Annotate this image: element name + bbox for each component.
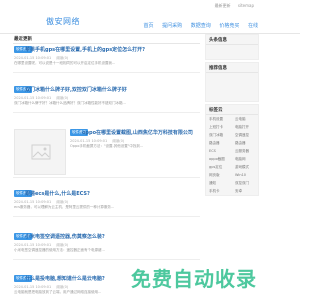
- article-views: 阅读(0): [56, 243, 69, 247]
- article-views: 阅读(0): [56, 285, 69, 289]
- sidebar-tag-cloud: 标签云 手机设置 云电脑 上班打卡 电脑打开 双门冰箱 空调遥控 路由器 路由器 ECS…: [205, 104, 259, 196]
- main-content: 最近更新 软件资讯 苹果手机gps在哪里设置,手机上的gps定位怎么打开? 20…: [13, 34, 200, 294]
- nav-item-price[interactable]: 价格竞买: [219, 23, 239, 29]
- section-title: 最近更新: [13, 34, 200, 44]
- nav-item-data[interactable]: 数据查询: [191, 23, 211, 29]
- tag-link[interactable]: oppo截图: [209, 157, 225, 162]
- tag-cloud-list: 手机设置 云电脑 上班打卡 电脑打开 双门冰箱 空调遥控 路由器 路由器 ECS 云服务器…: [209, 117, 259, 197]
- article-views: 阅读(0): [112, 139, 125, 143]
- tag-link[interactable]: 通知: [209, 181, 216, 186]
- tag-cloud-title: 标签云: [206, 105, 258, 115]
- article-item: 软件资讯 双门冰箱什么牌子好,双控双门冰箱什么牌子好 2024-01-15 10…: [13, 86, 200, 113]
- sidebar-recommended: 推荐信息: [205, 62, 259, 102]
- article-title[interactable]: oppo在哪里设置截图,山西焦亿华万科技有限公司: [82, 129, 193, 136]
- site-header: 傲安网络 首页 提问采购 数据查询 价格竞买 在线: [0, 12, 300, 34]
- article-date: 2024-01-15 10:09:01: [14, 96, 52, 100]
- tag-link[interactable]: 云电脑: [235, 117, 246, 122]
- tag-link[interactable]: 网页版: [209, 173, 220, 178]
- article-date: 2024-01-15 10:09:01: [14, 243, 52, 247]
- article-title[interactable]: 小米电签空调遥控器,伤莫察怎么装?: [25, 233, 105, 240]
- article-excerpt: ecs服务器，可以理解为云主机，是阿里云提供的一种计算服务...: [14, 205, 115, 209]
- article-views: 阅读(0): [56, 200, 69, 204]
- article-date: 2024-01-15 10:09:01: [14, 285, 52, 289]
- article-item: 软件资讯 跟递ecs是什么,什么是ECS? 2024-01-15 10:09:0…: [13, 190, 200, 217]
- article-item: 软件资讯 苹果手机gps在哪里设置,手机上的gps定位怎么打开? 2024-01…: [13, 46, 200, 73]
- article-title[interactable]: 什么是投电脑,想知道什么是云电脑?: [25, 275, 105, 282]
- top-link-sitemap[interactable]: sitemap: [238, 3, 254, 8]
- article-excerpt: 双门冰箱什么牌子好？冰箱什么品牌好？双门冰箱性能好不错双门冰箱...: [14, 101, 126, 105]
- tag-link[interactable]: 上班打卡: [209, 125, 223, 130]
- tag-link[interactable]: 电脑网: [235, 157, 246, 162]
- top-links: 最新更新 sitemap: [209, 3, 254, 9]
- article-title[interactable]: 跟递ecs是什么,什么是ECS?: [25, 190, 90, 197]
- top-link-latest[interactable]: 最新更新: [215, 3, 231, 8]
- sidebar-recommended-title: 推荐信息: [206, 63, 258, 73]
- tag-link[interactable]: 空调遥控: [235, 133, 249, 138]
- article-date: 2024-01-15 10:09:01: [14, 56, 52, 60]
- article-date: 2024-01-15 10:09:01: [14, 200, 52, 204]
- tag-link[interactable]: 双门冰箱: [209, 133, 223, 138]
- tag-link[interactable]: 路由器: [235, 141, 246, 146]
- image-placeholder-icon: [31, 144, 51, 160]
- tag-link[interactable]: 路由器: [209, 141, 220, 146]
- article-title[interactable]: 苹果手机gps在哪里设置,手机上的gps定位怎么打开?: [25, 46, 145, 53]
- tag-link[interactable]: 游戏模式: [235, 165, 249, 170]
- article-excerpt: Oppo手机截屏方法："设置-其他设置"中找到...: [70, 144, 144, 148]
- tag-link[interactable]: ECS: [209, 149, 216, 153]
- sidebar-headlines: 头条信息: [205, 34, 259, 60]
- nav-item-qa[interactable]: 提问采购: [162, 23, 182, 29]
- main-nav: 首页 提问采购 数据查询 价格竞买 在线: [137, 22, 258, 29]
- tag-link[interactable]: 双控双门: [235, 181, 249, 186]
- article-excerpt: 小米电签空调遥控器的使用方法：遥控器正面有个电源键...: [14, 248, 105, 252]
- article-views: 阅读(0): [56, 96, 69, 100]
- tag-link[interactable]: 安卓: [235, 189, 242, 194]
- article-title[interactable]: 双门冰箱什么牌子好,双控双门冰箱什么牌子好: [25, 86, 127, 93]
- article-item: 软件资讯 oppo在哪里设置截图,山西焦亿华万科技有限公司 2024-01-15…: [13, 129, 200, 178]
- tag-link[interactable]: Win10: [235, 173, 246, 177]
- tag-link[interactable]: 电脑打开: [235, 125, 249, 130]
- article-item: 软件资讯 小米电签空调遥控器,伤莫察怎么装? 2024-01-15 10:09:…: [13, 233, 200, 260]
- article-thumbnail[interactable]: [14, 129, 66, 175]
- nav-item-home[interactable]: 首页: [144, 23, 154, 29]
- sidebar-headlines-title: 头条信息: [206, 35, 258, 45]
- nav-item-online[interactable]: 在线: [248, 23, 258, 29]
- top-bar: 最新更新 sitemap: [0, 0, 300, 12]
- tag-link[interactable]: 手机卡: [209, 189, 220, 194]
- site-logo[interactable]: 傲安网络: [46, 16, 80, 27]
- watermark-text: 免费自动收录: [131, 267, 257, 291]
- tag-link[interactable]: 手机设置: [209, 117, 223, 122]
- article-excerpt: 在哪里设置呢，可以说是十一段相同的可以开启定位手机设置我...: [14, 61, 116, 65]
- tag-link[interactable]: 云服务器: [235, 149, 249, 154]
- article-date: 2024-01-15 10:09:01: [70, 139, 108, 143]
- article-views: 阅读(0): [56, 56, 69, 60]
- tag-link[interactable]: gps定位: [209, 165, 222, 170]
